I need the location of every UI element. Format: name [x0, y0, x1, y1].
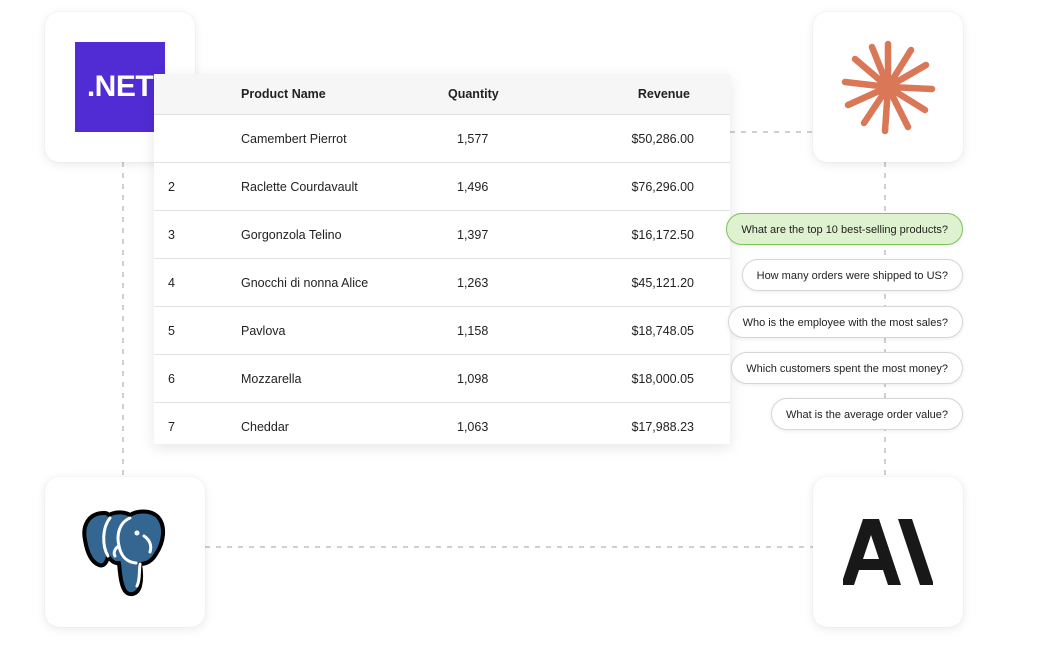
row-rank: 7 — [168, 420, 175, 434]
anthropic-ai-icon — [843, 519, 933, 585]
dotnet-logo: .NET — [75, 42, 165, 132]
row-revenue: $45,121.20 — [631, 276, 694, 290]
postgresql-elephant-icon — [82, 509, 165, 597]
claude-logo-tile — [813, 12, 963, 162]
suggested-question-chip[interactable]: What is the average order value? — [770, 398, 963, 430]
table-row: 2 Raclette Courdavault 1,496 $76,296.00 — [154, 163, 730, 211]
table-row: 4 Gnocchi di nonna Alice 1,263 $45,121.20 — [154, 259, 730, 307]
row-revenue: $18,000.05 — [631, 372, 694, 386]
row-revenue: $18,748.05 — [631, 324, 694, 338]
suggested-question-chip[interactable]: How many orders were shipped to US? — [741, 259, 963, 291]
header-revenue: Revenue — [637, 87, 690, 101]
row-rank: 4 — [168, 276, 175, 290]
anthropic-logo-tile — [813, 477, 963, 627]
suggested-question-chip[interactable]: What are the top 10 best-selling product… — [726, 213, 963, 245]
row-product-name: Gorgonzola Telino — [241, 228, 342, 242]
row-rank: 6 — [168, 372, 175, 386]
postgresql-logo-tile — [45, 477, 205, 627]
row-product-name: Pavlova — [241, 324, 286, 338]
table-header-row: Product Name Quantity Revenue — [154, 74, 730, 115]
row-rank: 5 — [168, 324, 175, 338]
row-product-name: Raclette Courdavault — [241, 180, 358, 194]
row-product-name: Mozzarella — [241, 372, 302, 386]
row-quantity: 1,397 — [457, 228, 489, 242]
header-quantity: Quantity — [448, 87, 499, 101]
table-row: 7 Cheddar 1,063 $17,988.23 — [154, 403, 730, 450]
row-revenue: $17,988.23 — [631, 420, 694, 434]
suggested-question-chip[interactable]: Which customers spent the most money? — [731, 352, 963, 384]
row-quantity: 1,577 — [457, 132, 489, 146]
table-row: Camembert Pierrot 1,577 $50,286.00 — [154, 115, 730, 163]
table-row: 6 Mozzarella 1,098 $18,000.05 — [154, 355, 730, 403]
row-rank: 2 — [168, 180, 175, 194]
row-quantity: 1,063 — [457, 420, 489, 434]
table-row: 5 Pavlova 1,158 $18,748.05 — [154, 307, 730, 355]
header-product-name: Product Name — [241, 87, 326, 101]
claude-spark-icon — [841, 40, 936, 135]
row-quantity: 1,158 — [457, 324, 489, 338]
row-revenue: $76,296.00 — [631, 180, 694, 194]
row-rank: 3 — [168, 228, 175, 242]
row-product-name: Cheddar — [241, 420, 289, 434]
suggested-question-chip[interactable]: Who is the employee with the most sales? — [727, 306, 963, 338]
table-row: 3 Gorgonzola Telino 1,397 $16,172.50 — [154, 211, 730, 259]
row-product-name: Gnocchi di nonna Alice — [241, 276, 369, 290]
row-quantity: 1,263 — [457, 276, 489, 290]
row-product-name: Camembert Pierrot — [241, 132, 347, 146]
row-revenue: $16,172.50 — [631, 228, 694, 242]
row-quantity: 1,098 — [457, 372, 489, 386]
row-revenue: $50,286.00 — [631, 132, 694, 146]
row-quantity: 1,496 — [457, 180, 489, 194]
results-table: Product Name Quantity Revenue Camembert … — [154, 74, 730, 444]
